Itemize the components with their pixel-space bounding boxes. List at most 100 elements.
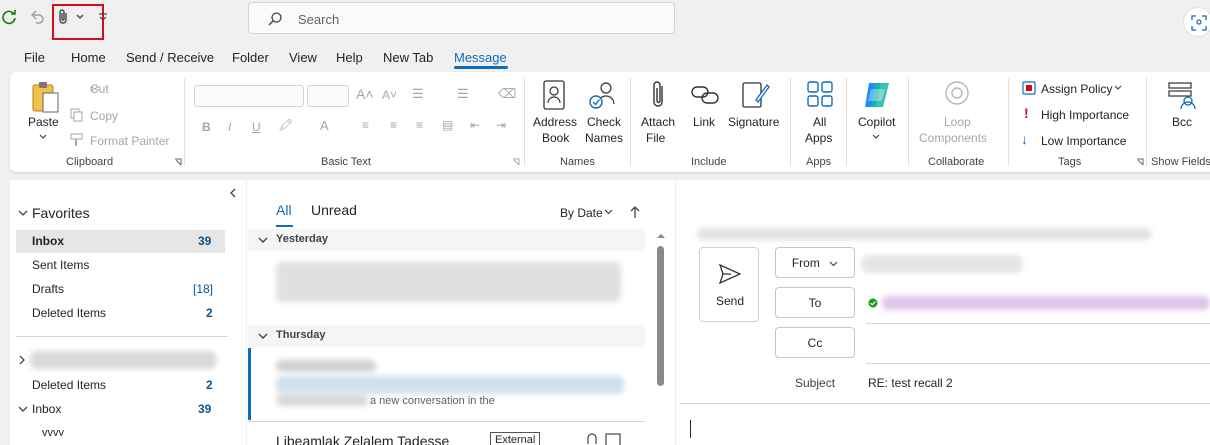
check-names-line1[interactable]: Check xyxy=(587,115,621,129)
assign-policy-icon[interactable] xyxy=(1022,81,1036,95)
all-apps-line2[interactable]: Apps xyxy=(805,131,832,145)
favorites-header[interactable]: Favorites xyxy=(32,205,90,221)
chevron-down-icon[interactable] xyxy=(18,405,28,413)
group-header-thursday[interactable]: Thursday xyxy=(248,325,645,347)
copilot-icon[interactable] xyxy=(861,80,893,110)
chevron-down-icon[interactable] xyxy=(18,209,28,217)
group-header-yesterday[interactable]: Yesterday xyxy=(248,229,645,251)
folder-sent-items[interactable]: Sent Items xyxy=(32,258,89,272)
folder-inbox[interactable]: Inbox xyxy=(32,234,64,248)
font-color-icon[interactable]: A xyxy=(320,118,329,133)
chevron-down-icon[interactable] xyxy=(872,134,880,140)
italic-icon[interactable]: I xyxy=(228,120,231,134)
menu-view[interactable]: View xyxy=(289,50,317,65)
to-button[interactable]: To xyxy=(775,287,855,318)
chevron-down-icon[interactable] xyxy=(604,209,613,215)
link-button[interactable]: Link xyxy=(693,115,715,129)
collapse-pane-icon[interactable] xyxy=(229,188,237,198)
message-sender[interactable]: Libeamlak Zelalem Tadesse xyxy=(276,433,449,445)
dialog-launcher-icon[interactable] xyxy=(174,158,182,166)
menu-help[interactable]: Help xyxy=(336,50,363,65)
text-cursor[interactable] xyxy=(690,420,691,438)
sync-icon[interactable] xyxy=(0,8,18,26)
all-apps-icon[interactable] xyxy=(806,80,834,108)
bold-icon[interactable]: B xyxy=(202,120,211,134)
redacted-to-recipient[interactable] xyxy=(882,296,1210,310)
attach-file-line1[interactable]: Attach xyxy=(641,115,675,129)
chevron-down-icon[interactable] xyxy=(258,332,268,340)
send-button[interactable]: Send xyxy=(699,247,759,322)
align-right-icon[interactable]: ≡ xyxy=(416,118,423,132)
attach-file-line2[interactable]: File xyxy=(646,131,665,145)
folder-deleted-items[interactable]: Deleted Items xyxy=(32,306,106,320)
subject-input[interactable]: RE: test recall 2 xyxy=(868,376,953,390)
decrease-indent-icon[interactable]: ⇤ xyxy=(470,118,480,132)
folder-drafts[interactable]: Drafts xyxy=(32,282,64,296)
signature-icon[interactable] xyxy=(742,80,770,110)
menu-home[interactable]: Home xyxy=(71,50,106,65)
format-painter-button[interactable]: Format Painter xyxy=(90,134,169,148)
cc-button[interactable]: Cc xyxy=(775,327,855,358)
chevron-down-icon[interactable] xyxy=(39,134,47,140)
highlight-icon[interactable]: 🖍 xyxy=(278,118,293,132)
align-center-icon[interactable]: ≡ xyxy=(390,118,397,132)
menu-message[interactable]: Message xyxy=(454,50,507,65)
address-book-line1[interactable]: Address xyxy=(533,115,577,129)
high-importance-button[interactable]: High Importance xyxy=(1041,108,1129,122)
justify-icon[interactable]: ▤ xyxy=(442,118,453,132)
styles-icon[interactable]: ⌫ xyxy=(498,86,516,102)
underline-icon[interactable]: U xyxy=(252,120,261,134)
bcc-icon[interactable] xyxy=(1167,80,1197,110)
copy-button[interactable]: Copy xyxy=(90,109,118,123)
check-names-line2[interactable]: Names xyxy=(585,131,623,145)
customize-toolbar-icon[interactable] xyxy=(96,8,110,26)
link-icon[interactable] xyxy=(690,84,720,106)
grow-font-icon[interactable]: A˄ xyxy=(356,86,374,102)
sort-direction-icon[interactable] xyxy=(630,205,640,219)
menu-folder[interactable]: Folder xyxy=(232,50,269,65)
folder-subfolder[interactable]: vvvv xyxy=(42,427,64,439)
numbering-icon[interactable]: ☰ xyxy=(457,86,469,102)
paste-icon[interactable] xyxy=(30,80,60,114)
sort-by-date[interactable]: By Date xyxy=(560,206,603,220)
loop-icon[interactable] xyxy=(942,80,972,110)
font-name-combo[interactable] xyxy=(194,85,304,107)
folder-deleted-items-account[interactable]: Deleted Items xyxy=(32,378,106,392)
chevron-right-icon[interactable] xyxy=(18,355,26,365)
address-book-line2[interactable]: Book xyxy=(542,131,569,145)
menu-send-receive[interactable]: Send / Receive xyxy=(126,50,214,65)
redacted-account-name[interactable] xyxy=(30,351,216,369)
screenshot-icon[interactable] xyxy=(1183,7,1210,37)
undo-icon[interactable] xyxy=(28,8,46,26)
menu-file[interactable]: File xyxy=(24,50,45,65)
loop-components-line2[interactable]: Components xyxy=(919,131,987,145)
align-left-icon[interactable]: ≡ xyxy=(362,118,369,132)
address-book-icon[interactable] xyxy=(542,80,566,110)
assign-policy-button[interactable]: Assign Policy xyxy=(1041,82,1112,96)
chevron-down-icon[interactable] xyxy=(258,236,268,244)
bcc-button[interactable]: Bcc xyxy=(1172,115,1192,129)
tab-unread[interactable]: Unread xyxy=(311,202,357,218)
menu-new-tab[interactable]: New Tab xyxy=(383,50,433,65)
scrollbar-thumb[interactable] xyxy=(657,246,664,386)
shrink-font-icon[interactable]: A˅ xyxy=(382,88,397,102)
search-box[interactable]: Search xyxy=(248,2,675,34)
paste-button[interactable]: Paste xyxy=(28,115,59,129)
dialog-launcher-icon[interactable] xyxy=(512,158,520,166)
chevron-down-icon[interactable] xyxy=(1114,85,1122,91)
redacted-message-preview[interactable] xyxy=(276,262,621,302)
increase-indent-icon[interactable]: ⇥ xyxy=(496,118,506,132)
low-importance-button[interactable]: Low Importance xyxy=(1041,134,1126,148)
loop-components-line1[interactable]: Loop xyxy=(944,115,971,129)
reminder-calendar-icon[interactable] xyxy=(584,432,624,445)
bullets-icon[interactable]: ☰ xyxy=(412,86,424,102)
tab-all[interactable]: All xyxy=(276,202,292,218)
dialog-launcher-icon[interactable] xyxy=(1136,158,1144,166)
check-names-icon[interactable] xyxy=(588,80,618,110)
cut-button[interactable]: Cut xyxy=(90,82,109,96)
all-apps-line1[interactable]: All xyxy=(813,115,826,129)
font-size-combo[interactable] xyxy=(307,85,349,107)
from-button[interactable]: From xyxy=(775,247,855,278)
attach-file-icon[interactable] xyxy=(650,80,668,110)
copilot-button[interactable]: Copilot xyxy=(858,115,895,129)
